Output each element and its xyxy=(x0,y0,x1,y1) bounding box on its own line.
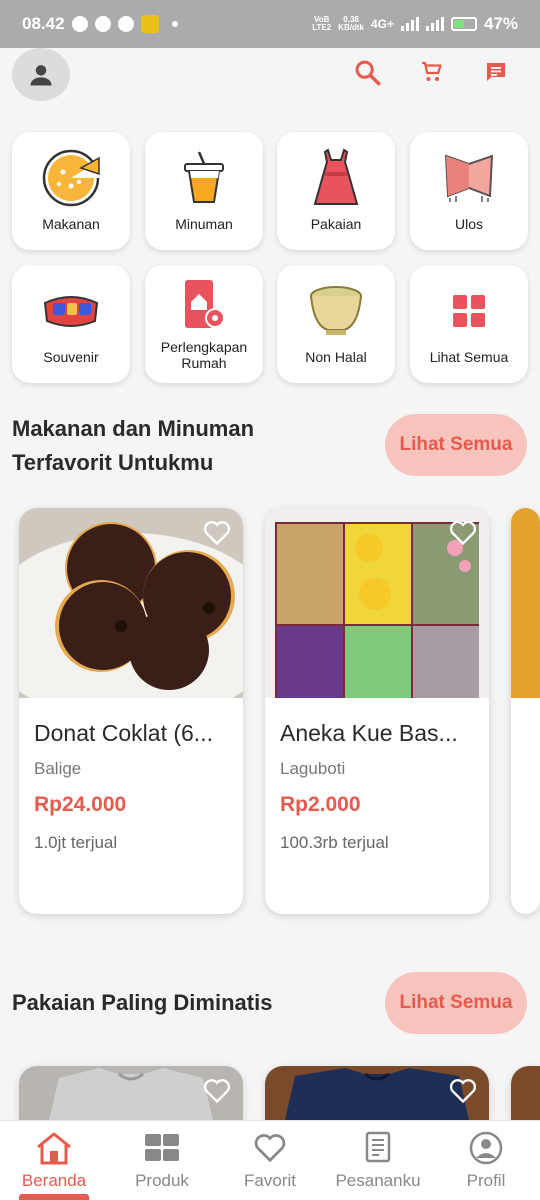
status-bar: 08.42 VoB LTE2 0,38 KB/dtk 4G+ 47% xyxy=(0,0,540,48)
favorite-heart-icon[interactable] xyxy=(203,520,231,546)
chat-icon xyxy=(487,63,505,81)
product-price: Rp2.000 xyxy=(280,793,361,816)
ulos-cloth-icon xyxy=(437,146,501,210)
category-minuman[interactable]: Minuman xyxy=(145,132,263,250)
product-location: Laguboti xyxy=(280,759,346,778)
bottom-navigation: Beranda Produk Favorit Pesananku Profil xyxy=(0,1120,540,1200)
product-price: Rp24.000 xyxy=(34,793,127,816)
bowl-icon xyxy=(304,279,368,343)
facebook-icon xyxy=(71,16,88,32)
category-label: Pakaian xyxy=(310,216,362,232)
category-non-halal[interactable]: Non Halal xyxy=(277,265,395,383)
category-lihat-semua[interactable]: Lihat Semua xyxy=(410,265,528,383)
category-pakaian[interactable]: Pakaian xyxy=(277,132,395,250)
nav-label: Profil xyxy=(466,1171,506,1190)
home-device-icon xyxy=(172,277,236,335)
product-image-shirt-navy xyxy=(265,1066,489,1120)
category-label: Non Halal xyxy=(305,349,367,365)
product-image-donut xyxy=(19,508,243,698)
app-header xyxy=(0,48,540,104)
category-ulos[interactable]: Ulos xyxy=(410,132,528,250)
category-perlengkapan-rumah[interactable]: Perlengkapan Rumah xyxy=(145,265,263,383)
category-label: Souvenir xyxy=(43,349,99,365)
product-location: Balige xyxy=(34,759,82,778)
heart-icon xyxy=(251,1131,289,1165)
nav-label: Pesananku xyxy=(335,1171,421,1190)
grid-icon xyxy=(143,1131,181,1165)
product-card-partial[interactable] xyxy=(511,508,540,914)
network-type: 4G+ xyxy=(370,17,394,31)
category-souvenir[interactable]: Souvenir xyxy=(12,265,130,383)
home-icon xyxy=(35,1131,73,1165)
nav-beranda[interactable]: Beranda xyxy=(0,1121,108,1200)
clothing-card[interactable] xyxy=(265,1066,489,1120)
nav-produk[interactable]: Produk xyxy=(108,1121,216,1200)
network-speed: 0,38 KB/dtk xyxy=(338,15,364,32)
product-image-shirt-gray xyxy=(19,1066,243,1120)
product-sold: 100.3rb terjual xyxy=(280,833,389,852)
cart-icon xyxy=(422,61,442,81)
cart-button[interactable] xyxy=(418,58,446,86)
category-label: Makanan xyxy=(42,216,100,232)
drink-icon xyxy=(172,146,236,210)
profile-icon xyxy=(467,1131,505,1165)
signal-icon xyxy=(400,17,419,31)
chat-button[interactable] xyxy=(482,58,510,86)
category-label: Lihat Semua xyxy=(429,349,509,365)
clothing-card-partial[interactable] xyxy=(511,1066,540,1120)
section-title-clothing: Pakaian Paling Diminatis xyxy=(12,990,273,1015)
search-button[interactable] xyxy=(353,58,381,86)
account-icon xyxy=(30,64,52,85)
grid-icon xyxy=(437,279,501,343)
product-image-kue xyxy=(265,508,489,698)
product-card[interactable]: Donat Coklat (6... Balige Rp24.000 1.0jt… xyxy=(19,508,243,914)
nav-label: Favorit xyxy=(244,1171,296,1190)
product-image xyxy=(511,508,540,698)
product-name: Aneka Kue Bas... xyxy=(280,720,458,746)
favorite-heart-icon[interactable] xyxy=(203,1078,231,1104)
nav-favorit[interactable]: Favorit xyxy=(216,1121,324,1200)
battery-icon xyxy=(450,17,477,31)
section-title-favorites: Makanan dan Minuman Terfavorit Untukmu xyxy=(12,416,255,475)
product-image xyxy=(511,1066,540,1120)
nav-pesananku[interactable]: Pesananku xyxy=(324,1121,432,1200)
dress-icon xyxy=(304,146,368,210)
category-makanan[interactable]: Makanan xyxy=(12,132,130,250)
pizza-icon xyxy=(39,146,103,210)
nav-label: Produk xyxy=(135,1171,189,1190)
nav-profil[interactable]: Profil xyxy=(432,1121,540,1200)
volte-indicator: VoB LTE2 xyxy=(312,15,332,32)
status-time: 08.42 xyxy=(22,14,65,33)
app-notification-icon xyxy=(140,15,159,33)
product-name: Donat Coklat (6... xyxy=(34,720,213,746)
souvenir-icon xyxy=(39,279,103,343)
favorite-heart-icon[interactable] xyxy=(449,1078,477,1104)
category-label: Minuman xyxy=(175,216,233,232)
category-label: Perlengkapan Rumah xyxy=(160,339,248,371)
battery-percent: 47% xyxy=(483,14,518,33)
clothing-card[interactable] xyxy=(19,1066,243,1120)
favorite-heart-icon[interactable] xyxy=(449,520,477,546)
see-all-clothing-button[interactable]: Lihat Semua xyxy=(385,972,527,1034)
signal-2-icon xyxy=(425,17,444,31)
more-notifications-icon xyxy=(171,21,178,27)
message-icon xyxy=(94,16,111,32)
category-label: Ulos xyxy=(454,216,483,232)
nav-label: Beranda xyxy=(21,1171,87,1190)
account-button[interactable] xyxy=(12,48,70,101)
active-indicator xyxy=(19,1194,89,1200)
product-sold: 1.0jt terjual xyxy=(34,833,118,852)
search-icon xyxy=(355,60,381,86)
whatsapp-icon xyxy=(117,16,134,32)
product-card[interactable]: Aneka Kue Bas... Laguboti Rp2.000 100.3r… xyxy=(265,508,489,914)
receipt-icon xyxy=(359,1131,397,1165)
see-all-favorites-button[interactable]: Lihat Semua xyxy=(385,414,527,476)
